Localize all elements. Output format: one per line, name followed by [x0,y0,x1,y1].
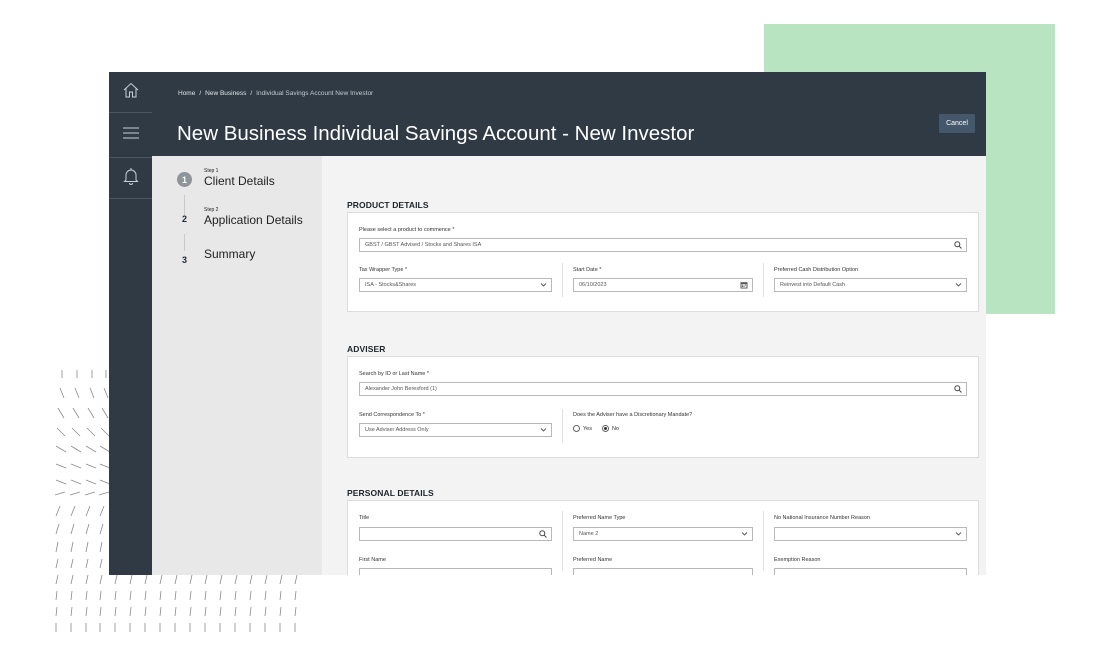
tax-wrapper-select[interactable]: ISA - Stocks&Shares [359,278,552,292]
product-details-title: PRODUCT DETAILS [347,200,429,210]
chevron-down-icon [540,426,547,433]
breadcrumb-new-business[interactable]: New Business [205,90,246,97]
nino-reason-select[interactable] [774,527,967,541]
cash-distribution-select[interactable]: Reinvest into Default Cash [774,278,967,292]
preferred-name-type-label: Preferred Name Type [573,515,626,521]
search-icon[interactable] [539,530,547,538]
column-divider [763,511,764,571]
home-icon [122,81,140,104]
product-details-panel: Please select a product to commence * GB… [347,212,979,312]
menu-button[interactable] [109,113,152,158]
exemption-reason-field[interactable] [774,568,967,575]
step-label: Application Details [204,213,303,227]
cash-distribution-label: Preferred Cash Distribution Option [774,267,859,273]
search-icon[interactable] [954,385,962,393]
preferred-name-field[interactable] [573,568,753,575]
preferred-name-label: Preferred Name [573,557,613,563]
step-number: 2 [181,213,187,224]
chevron-down-icon [741,530,748,537]
correspondence-value: Use Adviser Address Only [365,427,429,433]
breadcrumb-current: Individual Savings Account New Investor [256,90,374,97]
cancel-button[interactable]: Cancel [939,114,975,133]
page-title: New Business Individual Savings Account … [177,122,695,145]
step-connector [184,234,185,251]
mandate-label: Does the Adviser have a Discretionary Ma… [573,412,693,418]
mandate-radio-group: Yes No [573,425,619,432]
tax-wrapper-value: ISA - Stocks&Shares [365,282,417,288]
mandate-yes-label: Yes [583,425,592,432]
adviser-search-label: Search by ID or Last Name * [359,371,430,377]
adviser-title: ADVISER [347,344,386,354]
step-label: Client Details [204,174,275,188]
personal-details-panel: Title Preferred Name Type Name 2 No Nati… [347,500,979,575]
adviser-search-value: Alexander John Beresford (1) [365,386,437,392]
personal-details-title: PERSONAL DETAILS [347,488,434,498]
cash-distribution-value: Reinvest into Default Cash [780,282,846,288]
title-field[interactable] [359,527,552,541]
start-date-label: Start Date * [573,267,602,273]
start-date-value: 06/10/2023 [579,282,607,288]
chevron-down-icon [955,530,962,537]
correspondence-label: Send Correspondence To * [359,412,425,418]
tax-wrapper-label: Tax Wrapper Type * [359,267,408,273]
mandate-no-label: No [611,425,620,432]
bell-icon [122,167,139,190]
breadcrumb-home[interactable]: Home [178,90,195,97]
title-label: Title [359,515,370,521]
calendar-icon[interactable] [740,281,748,289]
form-content: PRODUCT DETAILS Please select a product … [322,156,986,575]
chevron-down-icon [540,281,547,288]
column-divider [562,511,563,571]
app-window: Home / New Business / Individual Savings Acc… [109,72,986,575]
page-header: Home / New Business / Individual Savings Acc… [152,72,986,156]
preferred-name-type-select[interactable]: Name 2 [573,527,753,541]
start-date-field[interactable]: 06/10/2023 [573,278,753,292]
product-select-field[interactable]: GBST / GBST Advised / Stocks and Shares … [359,238,967,252]
menu-icon [122,126,140,145]
step-label: Summary [204,247,256,261]
step-number: 3 [181,254,187,265]
correspondence-select[interactable]: Use Adviser Address Only [359,423,552,437]
column-divider [763,263,764,297]
icon-rail [109,72,152,575]
column-divider [562,263,563,297]
mandate-no-radio[interactable] [601,425,609,432]
notifications-button[interactable] [109,158,152,199]
first-name-field[interactable] [359,568,552,575]
mandate-yes-radio[interactable] [573,425,580,432]
first-name-label: First Name [359,557,386,563]
search-icon[interactable] [954,241,962,249]
product-select-value: GBST / GBST Advised / Stocks and Shares … [365,242,482,248]
adviser-panel: Search by ID or Last Name * Alexander Jo… [347,356,979,458]
product-select-label: Please select a product to commence * [359,227,455,233]
adviser-search-field[interactable]: Alexander John Beresford (1) [359,382,967,396]
breadcrumb: Home / New Business / Individual Savings Acc… [178,90,374,97]
preferred-name-type-value: Name 2 [579,531,599,537]
nino-reason-label: No National Insurance Number Reason [774,515,870,521]
column-divider [562,409,563,443]
exemption-reason-label: Exemption Reason [774,557,821,563]
step-number: 1 [177,172,192,187]
chevron-down-icon [955,281,962,288]
home-button[interactable] [109,72,152,113]
steps-sidebar: 1 Step 1 Client Details 2 Step 2 Applica… [152,156,322,575]
